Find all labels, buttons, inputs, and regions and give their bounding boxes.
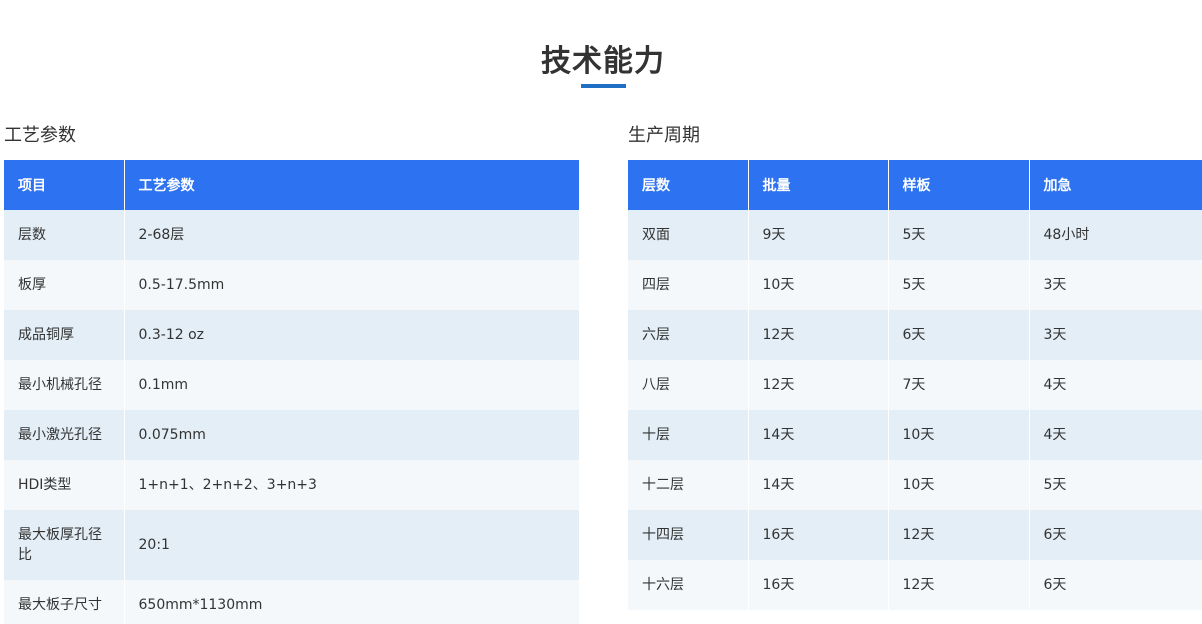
title-underline bbox=[581, 84, 626, 88]
process-cell: 0.3-12 oz bbox=[124, 310, 579, 360]
cycle-cell: 5天 bbox=[888, 260, 1030, 310]
cycle-cell: 16天 bbox=[748, 510, 889, 560]
cycle-col-layers: 层数 bbox=[628, 160, 749, 210]
cycle-cell: 14天 bbox=[748, 460, 889, 510]
cycle-cell: 12天 bbox=[748, 360, 889, 410]
process-heading: 工艺参数 bbox=[4, 125, 76, 146]
cycle-cell: 四层 bbox=[628, 260, 749, 310]
cycle-cell: 5天 bbox=[888, 210, 1030, 260]
cycle-cell: 6天 bbox=[1029, 510, 1202, 560]
process-cell: HDI类型 bbox=[4, 460, 125, 510]
process-table-row: 板厚 0.5-17.5mm bbox=[4, 260, 579, 310]
cycle-cell: 10天 bbox=[888, 460, 1030, 510]
process-table-row: 最大板厚孔径比 20:1 bbox=[4, 510, 579, 580]
cycle-cell: 10天 bbox=[748, 260, 889, 310]
cycle-cell: 双面 bbox=[628, 210, 749, 260]
cycle-table-row: 十二层 14天 10天 5天 bbox=[628, 460, 1202, 510]
cycle-table-row: 八层 12天 7天 4天 bbox=[628, 360, 1202, 410]
process-header-row: 项目 工艺参数 bbox=[4, 160, 579, 210]
process-col-item: 项目 bbox=[4, 160, 125, 210]
process-cell: 板厚 bbox=[4, 260, 125, 310]
process-table: 项目 工艺参数 层数 2-68层 板厚 0.5-17.5mm 成品铜厚 0.3-12 oz… bbox=[4, 160, 579, 624]
cycle-cell: 16天 bbox=[748, 560, 889, 610]
cycle-cell: 4天 bbox=[1029, 360, 1202, 410]
process-cell: 最小激光孔径 bbox=[4, 410, 125, 460]
cycle-cell: 14天 bbox=[748, 410, 889, 460]
cycle-cell: 7天 bbox=[888, 360, 1030, 410]
cycle-cell: 3天 bbox=[1029, 310, 1202, 360]
cycle-cell: 六层 bbox=[628, 310, 749, 360]
process-cell: 层数 bbox=[4, 210, 125, 260]
page: 技术能力 工艺参数 项目 工艺参数 层数 2-68层 板厚 0.5-17.5mm 成品铜… bbox=[0, 0, 1202, 624]
cycle-table-row: 四层 10天 5天 3天 bbox=[628, 260, 1202, 310]
cycle-cell: 十二层 bbox=[628, 460, 749, 510]
process-table-row: 最大板子尺寸 650mm*1130mm bbox=[4, 580, 579, 624]
process-cell: 0.1mm bbox=[124, 360, 579, 410]
process-cell: 650mm*1130mm bbox=[124, 580, 579, 624]
process-cell: 成品铜厚 bbox=[4, 310, 125, 360]
cycle-cell: 十六层 bbox=[628, 560, 749, 610]
cycle-cell: 5天 bbox=[1029, 460, 1202, 510]
cycle-table-row: 十六层 16天 12天 6天 bbox=[628, 560, 1202, 610]
cycle-section: 生产周期 层数 批量 样板 加急 双面 9天 5天 48小时 四层 10天 5天 3天 六层 12… bbox=[628, 124, 1202, 610]
process-cell: 最小机械孔径 bbox=[4, 360, 125, 410]
cycle-table-row: 双面 9天 5天 48小时 bbox=[628, 210, 1202, 260]
process-table-row: 最小激光孔径 0.075mm bbox=[4, 410, 579, 460]
process-cell: 1+n+1、2+n+2、3+n+3 bbox=[124, 460, 579, 510]
cycle-cell: 十四层 bbox=[628, 510, 749, 560]
cycle-cell: 十层 bbox=[628, 410, 749, 460]
cycle-col-batch: 批量 bbox=[748, 160, 889, 210]
process-col-param: 工艺参数 bbox=[124, 160, 579, 210]
process-table-row: HDI类型 1+n+1、2+n+2、3+n+3 bbox=[4, 460, 579, 510]
process-table-row: 最小机械孔径 0.1mm bbox=[4, 360, 579, 410]
cycle-header-row: 层数 批量 样板 加急 bbox=[628, 160, 1202, 210]
cycle-cell: 12天 bbox=[888, 510, 1030, 560]
cycle-table-row: 六层 12天 6天 3天 bbox=[628, 310, 1202, 360]
cycle-table-row: 十四层 16天 12天 6天 bbox=[628, 510, 1202, 560]
cycle-cell: 6天 bbox=[888, 310, 1030, 360]
process-cell: 0.075mm bbox=[124, 410, 579, 460]
cycle-heading: 生产周期 bbox=[628, 125, 700, 146]
cycle-cell: 12天 bbox=[748, 310, 889, 360]
process-table-row: 成品铜厚 0.3-12 oz bbox=[4, 310, 579, 360]
process-cell: 2-68层 bbox=[124, 210, 579, 260]
process-cell: 20:1 bbox=[124, 510, 579, 580]
cycle-cell: 6天 bbox=[1029, 560, 1202, 610]
cycle-cell: 10天 bbox=[888, 410, 1030, 460]
cycle-cell: 12天 bbox=[888, 560, 1030, 610]
cycle-table: 层数 批量 样板 加急 双面 9天 5天 48小时 四层 10天 5天 3天 六层 12天 6天 3天… bbox=[628, 160, 1202, 610]
cycle-cell: 9天 bbox=[748, 210, 889, 260]
process-cell: 最大板子尺寸 bbox=[4, 580, 125, 624]
cycle-table-row: 十层 14天 10天 4天 bbox=[628, 410, 1202, 460]
process-table-row: 层数 2-68层 bbox=[4, 210, 579, 260]
process-cell: 0.5-17.5mm bbox=[124, 260, 579, 310]
cycle-col-rush: 加急 bbox=[1029, 160, 1202, 210]
cycle-cell: 八层 bbox=[628, 360, 749, 410]
cycle-cell: 48小时 bbox=[1029, 210, 1202, 260]
process-cell: 最大板厚孔径比 bbox=[4, 510, 125, 580]
page-title: 技术能力 bbox=[541, 44, 665, 79]
cycle-cell: 3天 bbox=[1029, 260, 1202, 310]
cycle-cell: 4天 bbox=[1029, 410, 1202, 460]
cycle-col-sample: 样板 bbox=[888, 160, 1030, 210]
process-section: 工艺参数 项目 工艺参数 层数 2-68层 板厚 0.5-17.5mm 成品铜厚 0.3-… bbox=[4, 124, 579, 624]
